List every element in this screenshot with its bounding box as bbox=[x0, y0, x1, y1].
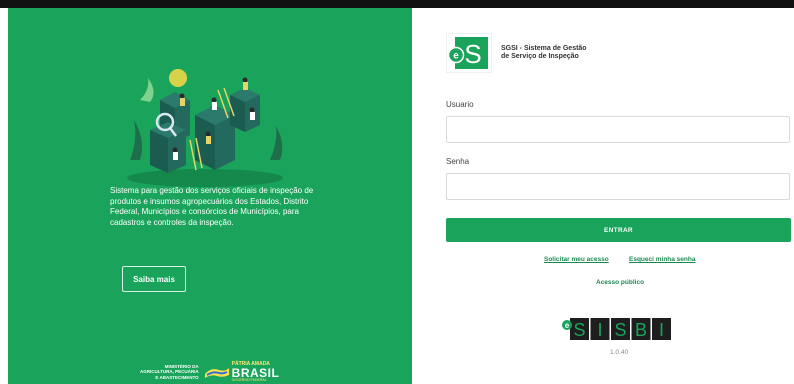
sisbi-letter: S bbox=[573, 320, 585, 340]
system-description: Sistema para gestão dos serviços oficiai… bbox=[110, 186, 314, 227]
app-name: SGSI - Sistema de Gestão de Serviço de I… bbox=[501, 45, 587, 61]
sisbi-letter: I bbox=[659, 320, 664, 340]
version-label: 1.0.40 bbox=[610, 349, 629, 356]
gov-footer: MINISTÉRIO DA AGRICULTURA, PECUÁRIA E AB… bbox=[140, 361, 280, 383]
inspection-illustration bbox=[127, 69, 283, 187]
senha-label: Senha bbox=[446, 157, 470, 166]
solicitar-acesso-link[interactable]: Solicitar meu acesso bbox=[544, 256, 609, 263]
ministry-line-3: E ABASTECIMENTO bbox=[155, 374, 199, 380]
ministry-line-2: AGRICULTURA, PECUÁRIA bbox=[140, 369, 199, 375]
ministry-label: MINISTÉRIO DA AGRICULTURA, PECUÁRIA E AB… bbox=[140, 364, 199, 380]
sisbi-letter: B bbox=[635, 320, 647, 340]
es-logo-icon: e S bbox=[446, 33, 492, 73]
senha-input[interactable] bbox=[446, 173, 790, 200]
usuario-input[interactable] bbox=[446, 116, 790, 143]
app-name-line-2: de Serviço de Inspeção bbox=[501, 53, 579, 60]
svg-text:S: S bbox=[464, 39, 481, 69]
sisbi-prefix: e bbox=[565, 321, 570, 330]
saiba-mais-button[interactable]: Saiba mais bbox=[122, 266, 186, 292]
app-name-line-1: SGSI - Sistema de Gestão bbox=[501, 45, 587, 52]
svg-text:e: e bbox=[453, 51, 459, 62]
usuario-label: Usuario bbox=[446, 100, 474, 109]
acesso-publico-link[interactable]: Acesso público bbox=[596, 279, 644, 286]
patria-amada-brasil-logo: PÁTRIA AMADA BRASIL GOVERNO FEDERAL bbox=[231, 361, 280, 383]
sisbi-logo: SISBI e bbox=[562, 318, 671, 340]
sisbi-letter: S bbox=[614, 320, 626, 340]
brasil-text: BRASIL bbox=[231, 365, 280, 380]
entrar-button[interactable]: ENTRAR bbox=[446, 218, 791, 242]
brazil-flag-icon bbox=[204, 368, 229, 378]
top-bar bbox=[0, 0, 794, 8]
sisbi-letter: I bbox=[597, 320, 602, 340]
esqueci-senha-link[interactable]: Esqueci minha senha bbox=[629, 256, 695, 263]
